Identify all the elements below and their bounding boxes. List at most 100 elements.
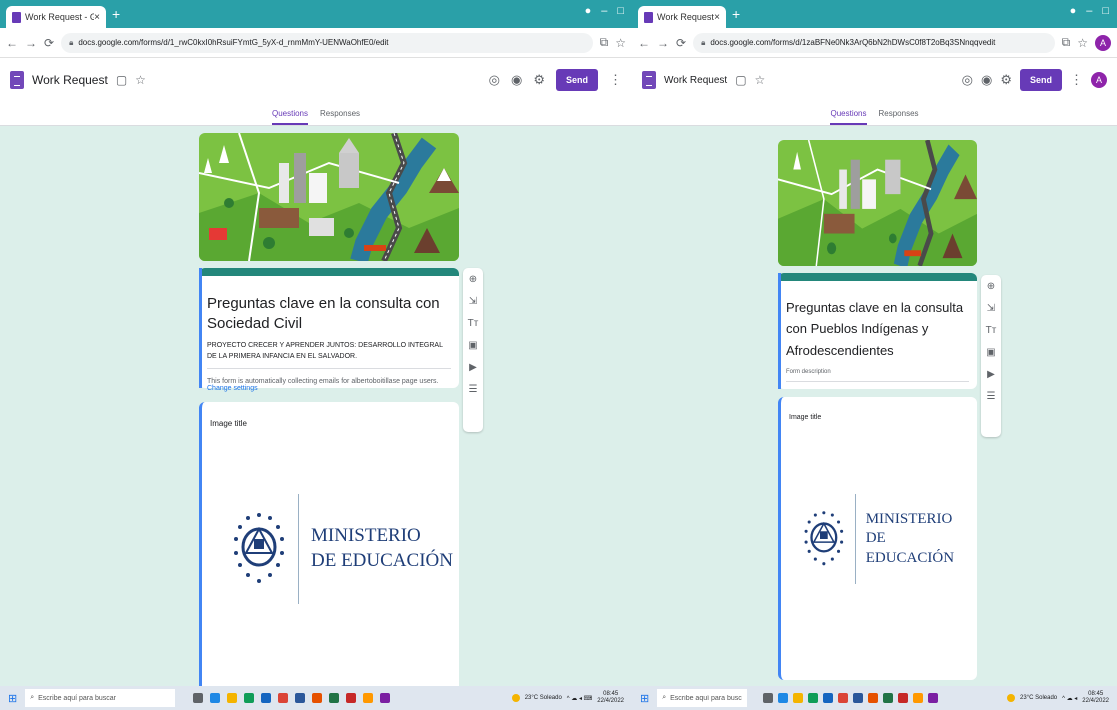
file-explorer-icon[interactable] [227, 693, 238, 703]
windows-start-icon[interactable]: ⊞ [8, 692, 17, 705]
forward-icon[interactable]: → [657, 36, 669, 50]
new-tab-icon[interactable]: + [732, 6, 740, 22]
form-description[interactable]: PROYECTO CRECER Y APRENDER JUNTOS: DESAR… [207, 341, 451, 362]
task-view-icon[interactable] [763, 693, 774, 703]
acrobat-icon[interactable] [898, 693, 909, 703]
add-section-icon[interactable]: ☰ [987, 391, 996, 402]
form-title[interactable]: Preguntas clave en la consulta con Puebl… [786, 297, 969, 361]
settings-icon[interactable]: ⚙ [533, 72, 545, 88]
weather-text[interactable]: 23°C Soleado [525, 695, 562, 701]
import-questions-icon[interactable]: ⇲ [469, 296, 477, 307]
preview-icon[interactable]: ◉ [981, 72, 992, 88]
weather-icon[interactable] [511, 694, 520, 702]
tab-responses[interactable]: Responses [879, 102, 919, 125]
star-icon[interactable]: ☆ [615, 36, 626, 50]
vlc-icon[interactable] [913, 693, 924, 703]
acrobat-icon[interactable] [346, 693, 357, 703]
store-icon[interactable] [244, 693, 255, 703]
teams-icon[interactable] [380, 693, 391, 703]
add-video-icon[interactable]: ▶ [987, 369, 995, 380]
close-icon[interactable]: × [714, 12, 720, 23]
excel-icon[interactable] [329, 693, 340, 703]
new-tab-icon[interactable]: + [112, 6, 120, 22]
profile-icon[interactable]: ● [1070, 5, 1077, 17]
minimize-icon[interactable]: – [1086, 5, 1092, 17]
teams-icon[interactable] [928, 693, 939, 703]
taskbar-search[interactable]: ⌕ Escribe aquí para buscar [25, 689, 176, 707]
browser-tab[interactable]: Work Request - Google Forms × [6, 6, 106, 28]
tray-icons[interactable]: ^ ☁ ◂ [1062, 695, 1077, 702]
folder-icon[interactable]: ▢ [735, 73, 746, 87]
form-description-field[interactable]: Form description [786, 369, 969, 375]
send-button[interactable]: Send [555, 69, 598, 91]
folder-icon[interactable]: ▢ [116, 73, 127, 87]
image-title[interactable]: Image title [210, 419, 247, 428]
word-icon[interactable] [853, 693, 864, 703]
add-image-icon[interactable]: ▣ [468, 340, 477, 351]
word-icon[interactable] [295, 693, 306, 703]
address-bar[interactable]: 🔒︎ docs.google.com/forms/d/1zaBFNe0Nk3Ar… [693, 32, 1055, 53]
extensions-icon[interactable]: ⧉ [1062, 35, 1071, 50]
profile-avatar[interactable]: A [1095, 34, 1111, 51]
add-section-icon[interactable]: ☰ [469, 384, 478, 395]
palette-icon[interactable]: ◎ [489, 72, 500, 88]
star-icon[interactable]: ☆ [135, 73, 146, 87]
file-explorer-icon[interactable] [793, 693, 804, 703]
change-settings-link[interactable]: Change settings [207, 385, 258, 392]
edge-icon[interactable] [778, 693, 789, 703]
preview-icon[interactable]: ◉ [511, 72, 522, 88]
account-avatar[interactable]: A [1091, 72, 1107, 88]
maximize-icon[interactable]: □ [1102, 5, 1109, 17]
powerpoint-icon[interactable] [868, 693, 879, 703]
taskbar-search[interactable]: ⌕ Escribe aquí para buscar [657, 689, 748, 707]
excel-icon[interactable] [883, 693, 894, 703]
close-icon[interactable]: × [94, 12, 100, 23]
star-icon[interactable]: ☆ [755, 73, 766, 87]
reload-icon[interactable]: ⟳ [44, 36, 54, 50]
clock[interactable]: 08:45 22/4/2022 [1082, 691, 1109, 705]
minimize-icon[interactable]: – [601, 5, 607, 17]
task-view-icon[interactable] [193, 693, 204, 703]
forward-icon[interactable]: → [25, 36, 37, 50]
chrome-icon[interactable] [838, 693, 849, 703]
weather-text[interactable]: 23°C Soleado [1020, 695, 1057, 701]
image-title[interactable]: Image title [789, 414, 821, 421]
mail-icon[interactable] [823, 693, 834, 703]
store-icon[interactable] [808, 693, 819, 703]
add-question-icon[interactable]: ⊕ [469, 274, 477, 285]
mail-icon[interactable] [261, 693, 272, 703]
form-title[interactable]: Preguntas clave en la consulta con Socie… [207, 294, 451, 333]
import-questions-icon[interactable]: ⇲ [987, 303, 995, 314]
add-title-icon[interactable]: Tт [986, 325, 997, 336]
profile-icon[interactable]: ● [585, 5, 592, 17]
browser-tab[interactable]: Work Request - Google Forms × [638, 6, 726, 28]
tray-icons[interactable]: ^ ☁ ◂ ⌨ [567, 695, 593, 702]
vlc-icon[interactable] [363, 693, 374, 703]
form-title-card[interactable]: Preguntas clave en la consulta con Socie… [199, 268, 459, 392]
forms-logo-icon[interactable] [642, 71, 656, 89]
powerpoint-icon[interactable] [312, 693, 323, 703]
form-title-card[interactable]: Preguntas clave en la consulta con Puebl… [778, 273, 977, 389]
image-card[interactable]: Image title MINISTERIO DE EDUCACIÓN [199, 402, 459, 692]
forms-logo-icon[interactable] [10, 71, 24, 89]
weather-icon[interactable] [1007, 694, 1016, 702]
add-video-icon[interactable]: ▶ [469, 362, 477, 373]
more-icon[interactable]: ⋮ [609, 72, 622, 88]
add-title-icon[interactable]: Tт [468, 318, 479, 329]
reload-icon[interactable]: ⟳ [676, 36, 686, 50]
back-icon[interactable]: ← [638, 36, 650, 50]
add-image-icon[interactable]: ▣ [986, 347, 995, 358]
doc-title[interactable]: Work Request [32, 73, 108, 87]
settings-icon[interactable]: ⚙ [1000, 72, 1012, 88]
edge-icon[interactable] [210, 693, 221, 703]
tab-questions[interactable]: Questions [830, 102, 867, 125]
back-icon[interactable]: ← [6, 36, 18, 50]
chrome-icon[interactable] [278, 693, 289, 703]
tab-questions[interactable]: Questions [271, 102, 308, 125]
doc-title[interactable]: Work Request [664, 75, 727, 86]
star-icon[interactable]: ☆ [1077, 36, 1088, 50]
windows-start-icon[interactable]: ⊞ [640, 692, 649, 705]
clock[interactable]: 08:45 22/4/2022 [597, 691, 624, 705]
palette-icon[interactable]: ◎ [962, 72, 973, 88]
tab-responses[interactable]: Responses [320, 102, 360, 125]
